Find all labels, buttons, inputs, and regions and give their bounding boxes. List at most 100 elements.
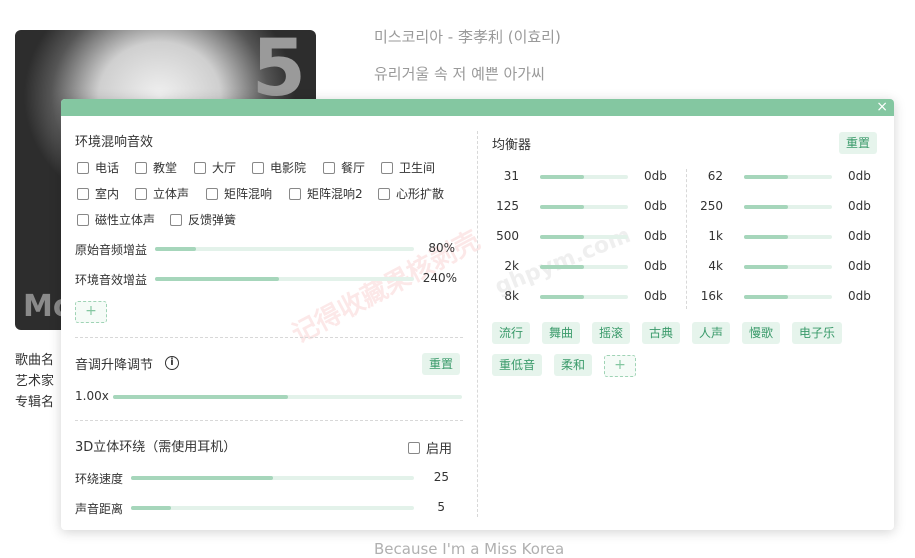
eq-band-value: 0db	[644, 229, 667, 243]
pitch-title: 音调升降调节	[75, 358, 154, 373]
checkbox[interactable]	[289, 187, 301, 200]
slider-fill	[155, 247, 197, 251]
slider-fill	[744, 235, 788, 239]
original-gain-slider[interactable]	[155, 247, 414, 251]
sound-distance-slider[interactable]	[131, 506, 414, 510]
env-gain-slider[interactable]	[155, 277, 414, 281]
meta-artist-label: 艺术家	[15, 374, 55, 389]
pitch-reset-button[interactable]: 重置	[422, 353, 461, 375]
checkbox[interactable]	[194, 161, 206, 174]
current-lyric: 유리거울 속 저 예쁜 아가씨	[374, 65, 545, 83]
checkbox[interactable]	[408, 441, 420, 454]
sound-distance-value: 5	[437, 500, 445, 514]
eq-band-slider[interactable]	[540, 265, 628, 269]
close-icon[interactable]: ×	[876, 99, 888, 116]
reverb-option-bathroom[interactable]: 卫生间	[381, 159, 435, 176]
surround-enable-checkbox[interactable]: 启用	[408, 438, 452, 457]
eq-band-value: 0db	[644, 169, 667, 183]
checkbox[interactable]	[77, 213, 89, 226]
slider-fill	[744, 295, 788, 299]
eq-preset-button[interactable]: 摇滚	[592, 322, 631, 344]
checkbox[interactable]	[323, 161, 335, 174]
surround-title: 3D立体环绕（需使用耳机）	[75, 440, 237, 455]
checkbox[interactable]	[252, 161, 264, 174]
reverb-title: 环境混响音效	[75, 135, 154, 150]
reverb-option-feedback-spring[interactable]: 反馈弹簧	[170, 211, 236, 228]
surround-speed-label: 环绕速度	[75, 472, 124, 486]
slider-fill	[540, 295, 584, 299]
pitch-slider[interactable]	[113, 395, 462, 399]
eq-band-freq: 2k	[504, 259, 519, 273]
eq-preset-button[interactable]: 舞曲	[542, 322, 581, 344]
reverb-option-hall[interactable]: 大厅	[194, 159, 236, 176]
eq-preset-button[interactable]: 重低音	[492, 354, 543, 376]
checkbox[interactable]	[77, 187, 89, 200]
checkbox[interactable]	[381, 161, 393, 174]
eq-band-value: 0db	[848, 259, 871, 273]
eq-preset-button[interactable]: 人声	[692, 322, 731, 344]
eq-band-slider[interactable]	[744, 235, 832, 239]
checkbox[interactable]	[206, 187, 218, 200]
checkbox[interactable]	[170, 213, 182, 226]
slider-fill	[540, 205, 584, 209]
reverb-option-cardioid[interactable]: 心形扩散	[378, 185, 444, 202]
eq-band-freq: 16k	[700, 289, 723, 303]
reverb-option-restaurant[interactable]: 餐厅	[323, 159, 365, 176]
reverb-option-matrix2[interactable]: 矩阵混响2	[289, 185, 363, 202]
add-eq-preset-button[interactable]: +	[604, 355, 636, 377]
equalizer-title: 均衡器	[492, 138, 532, 153]
section-divider	[477, 131, 478, 517]
eq-band-freq: 125	[496, 199, 519, 213]
slider-fill	[540, 265, 584, 269]
eq-preset-button[interactable]: 古典	[642, 322, 681, 344]
eq-band-slider[interactable]	[744, 265, 832, 269]
reverb-option-indoor[interactable]: 室内	[77, 185, 119, 202]
watermark: 记得收藏果核剥壳	[287, 225, 486, 350]
eq-band-slider[interactable]	[540, 295, 628, 299]
surround-speed-value: 25	[433, 470, 449, 484]
checkbox[interactable]	[378, 187, 390, 200]
eq-band-freq: 1k	[708, 229, 723, 243]
eq-band-slider[interactable]	[540, 235, 628, 239]
dialog-title-bar	[61, 99, 894, 116]
reverb-option-cinema[interactable]: 电影院	[252, 159, 306, 176]
eq-preset-button[interactable]: 电子乐	[792, 322, 843, 344]
eq-band-value: 0db	[848, 289, 871, 303]
slider-fill	[155, 277, 280, 281]
env-gain-label: 环境音效增益	[75, 273, 148, 287]
next-lyric: Because I'm a Miss Korea	[374, 540, 565, 558]
checkbox[interactable]	[77, 161, 89, 174]
eq-band-slider[interactable]	[744, 175, 832, 179]
divider	[75, 420, 463, 421]
meta-album-label: 专辑名	[15, 395, 55, 410]
slider-fill	[540, 175, 584, 179]
slider-fill	[131, 506, 171, 510]
reverb-option-matrix[interactable]: 矩阵混响	[206, 185, 272, 202]
eq-preset-button[interactable]: 慢歌	[742, 322, 781, 344]
eq-band-slider[interactable]	[744, 205, 832, 209]
eq-band-freq: 8k	[504, 289, 519, 303]
eq-preset-button[interactable]: 流行	[492, 322, 531, 344]
reverb-option-church[interactable]: 教堂	[135, 159, 177, 176]
eq-band-value: 0db	[848, 229, 871, 243]
eq-band-freq: 4k	[708, 259, 723, 273]
eq-band-slider[interactable]	[540, 175, 628, 179]
equalizer-reset-button[interactable]: 重置	[839, 132, 878, 154]
slider-fill	[744, 205, 788, 209]
env-gain-value: 240%	[422, 271, 457, 285]
sound-distance-label: 声音距离	[75, 502, 124, 516]
reverb-option-phone[interactable]: 电话	[77, 159, 119, 176]
reverb-option-magnetic-stereo[interactable]: 磁性立体声	[77, 211, 155, 228]
reverb-option-stereo[interactable]: 立体声	[135, 185, 189, 202]
checkbox[interactable]	[135, 187, 147, 200]
slider-fill	[113, 395, 288, 399]
checkbox[interactable]	[135, 161, 147, 174]
sound-effects-dialog: × 记得收藏果核剥壳 ghpym.com 环境混响音效 电话 教堂 大厅 电影院…	[61, 99, 894, 530]
eq-preset-button[interactable]: 柔和	[554, 354, 593, 376]
add-reverb-preset-button[interactable]: +	[75, 301, 107, 323]
eq-band-slider[interactable]	[744, 295, 832, 299]
eq-band-value: 0db	[644, 199, 667, 213]
info-icon[interactable]: i	[165, 356, 179, 370]
eq-band-slider[interactable]	[540, 205, 628, 209]
surround-speed-slider[interactable]	[131, 476, 414, 480]
